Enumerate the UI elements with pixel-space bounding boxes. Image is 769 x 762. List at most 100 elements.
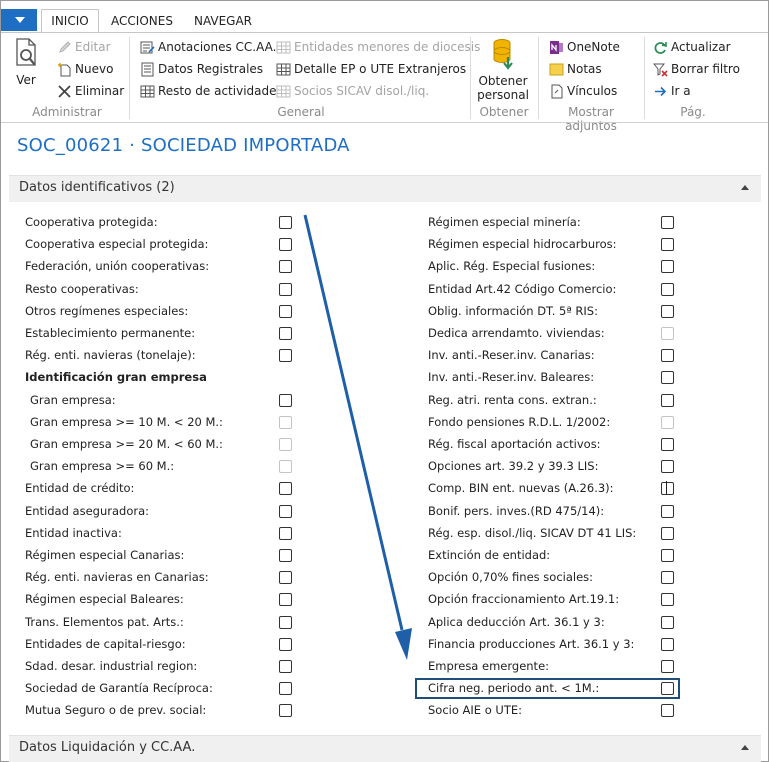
- editar-button[interactable]: Editar: [57, 39, 111, 55]
- tab-acciones[interactable]: ACCIONES: [105, 10, 179, 32]
- arrow-right-icon: [653, 84, 668, 99]
- left-field-label: Régimen especial Baleares:: [25, 592, 184, 606]
- left-checkbox[interactable]: [279, 260, 292, 273]
- detalle-ep-ute-button[interactable]: Detalle EP o UTE Extranjeros: [276, 61, 466, 77]
- right-field-label: Rég. esp. disol./liq. SICAV DT 41 LIS:: [428, 526, 637, 540]
- section-header-liquidacion[interactable]: Datos Liquidación y CC.AA.: [9, 735, 761, 762]
- right-checkbox[interactable]: [661, 571, 674, 584]
- left-field-label: Sociedad de Garantía Recíproca:: [25, 681, 213, 695]
- pencil-icon: [57, 40, 72, 55]
- group-separator: [538, 37, 539, 119]
- left-checkbox[interactable]: [279, 616, 292, 629]
- socios-sicav-button[interactable]: Socios SICAV disol./liq.: [276, 83, 429, 99]
- left-checkbox[interactable]: [279, 527, 292, 540]
- anotaciones-ccaa-button[interactable]: Anotaciones CC.AA.: [140, 39, 276, 55]
- right-checkbox[interactable]: [661, 283, 674, 296]
- right-checkbox[interactable]: [661, 260, 674, 273]
- left-field-label: Entidad de crédito:: [25, 481, 135, 495]
- ir-a-button[interactable]: Ir a: [653, 83, 691, 99]
- annotations-icon: [140, 40, 155, 55]
- entidades-menores-button[interactable]: Entidades menores de diocesis: [276, 39, 480, 55]
- table-icon: [276, 62, 291, 77]
- right-checkbox[interactable]: [661, 527, 674, 540]
- obtener-personal-button[interactable]: Obtener personal: [477, 37, 529, 102]
- resto-actividades-button[interactable]: Resto de actividades: [140, 83, 283, 99]
- left-field-label: Rég. enti. navieras (tonelaje):: [25, 348, 196, 362]
- datos-registrales-button[interactable]: Datos Registrales: [140, 61, 263, 77]
- left-checkbox[interactable]: [279, 682, 292, 695]
- collapse-chevron-icon[interactable]: [741, 185, 749, 190]
- left-checkbox[interactable]: [279, 238, 292, 251]
- left-checkbox[interactable]: [279, 327, 292, 340]
- database-download-icon: [493, 39, 513, 70]
- notas-button[interactable]: Notas: [549, 61, 602, 77]
- right-checkbox[interactable]: [661, 638, 674, 651]
- left-checkbox[interactable]: [279, 593, 292, 606]
- obtener-line1: Obtener: [478, 74, 528, 88]
- right-checkbox[interactable]: [661, 549, 674, 562]
- right-checkbox[interactable]: [661, 660, 674, 673]
- left-field-label: Gran empresa >= 20 M. < 60 M.:: [30, 437, 223, 451]
- left-checkbox[interactable]: [279, 638, 292, 651]
- onenote-button[interactable]: OneNote: [549, 39, 620, 55]
- nuevo-button[interactable]: Nuevo: [57, 61, 113, 77]
- app-menu-button[interactable]: [1, 9, 37, 31]
- left-checkbox[interactable]: [279, 216, 292, 229]
- eliminar-button[interactable]: Eliminar: [57, 83, 124, 99]
- sticky-note-icon: [549, 62, 564, 77]
- right-checkbox[interactable]: [661, 460, 674, 473]
- right-checkbox[interactable]: [661, 305, 674, 318]
- right-checkbox[interactable]: [661, 438, 674, 451]
- ir-a-label: Ir a: [671, 84, 691, 98]
- left-checkbox: [279, 460, 292, 473]
- actualizar-button[interactable]: Actualizar: [653, 39, 731, 55]
- delete-x-icon: [57, 84, 72, 99]
- left-checkbox[interactable]: [279, 482, 292, 495]
- left-checkbox[interactable]: [279, 305, 292, 318]
- right-checkbox[interactable]: [661, 616, 674, 629]
- right-checkbox[interactable]: [661, 593, 674, 606]
- right-checkbox[interactable]: [661, 505, 674, 518]
- ver-button[interactable]: Ver: [11, 37, 41, 87]
- table-icon: [276, 40, 291, 55]
- right-field-label: Empresa emergente:: [428, 659, 550, 673]
- right-field-label: Rég. fiscal aportación activos:: [428, 437, 601, 451]
- right-field-label: Reg. atri. renta cons. extran.:: [428, 393, 597, 407]
- ver-label: Ver: [16, 73, 36, 87]
- left-checkbox[interactable]: [279, 283, 292, 296]
- left-field-label: Gran empresa >= 10 M. < 20 M.:: [30, 415, 223, 429]
- right-checkbox[interactable]: [661, 394, 674, 407]
- collapse-chevron-icon[interactable]: [741, 745, 749, 750]
- right-field-label: Entidad Art.42 Código Comercio:: [428, 282, 617, 296]
- right-checkbox[interactable]: [661, 216, 674, 229]
- right-checkbox[interactable]: [661, 238, 674, 251]
- left-checkbox[interactable]: [279, 549, 292, 562]
- right-field-label: Bonif. pers. inves.(RD 475/14):: [428, 504, 605, 518]
- right-field-label: Opción fraccionamiento Art.19.1:: [428, 592, 620, 606]
- left-checkbox[interactable]: [279, 505, 292, 518]
- left-checkbox[interactable]: [279, 349, 292, 362]
- right-checkbox[interactable]: [661, 371, 674, 384]
- left-checkbox[interactable]: [279, 571, 292, 584]
- right-checkbox[interactable]: [661, 704, 674, 717]
- vinculos-label: Vínculos: [567, 84, 618, 98]
- register-data-icon: [140, 62, 155, 77]
- tab-inicio[interactable]: INICIO: [41, 9, 99, 33]
- borrar-filtro-button[interactable]: Borrar filtro: [652, 61, 740, 77]
- vinculos-button[interactable]: Vínculos: [549, 83, 617, 99]
- left-field-label: Gran empresa:: [30, 393, 116, 407]
- left-checkbox[interactable]: [279, 704, 292, 717]
- table-icon: [276, 84, 291, 99]
- right-checkbox[interactable]: [661, 349, 674, 362]
- left-checkbox[interactable]: [279, 394, 292, 407]
- dropdown-arrow-icon: [15, 17, 25, 23]
- section-header-identificativos[interactable]: Datos identificativos (2): [9, 175, 761, 202]
- left-checkbox[interactable]: [279, 660, 292, 673]
- text-cursor: [666, 481, 667, 495]
- right-checkbox[interactable]: [661, 482, 674, 495]
- anotaciones-label: Anotaciones CC.AA.: [158, 40, 277, 54]
- right-field-label: Socio AIE o UTE:: [428, 703, 522, 717]
- tab-navegar[interactable]: NAVEGAR: [187, 10, 259, 32]
- left-checkbox: [279, 438, 292, 451]
- right-field-label: Fondo pensiones R.D.L. 1/2002:: [428, 415, 611, 429]
